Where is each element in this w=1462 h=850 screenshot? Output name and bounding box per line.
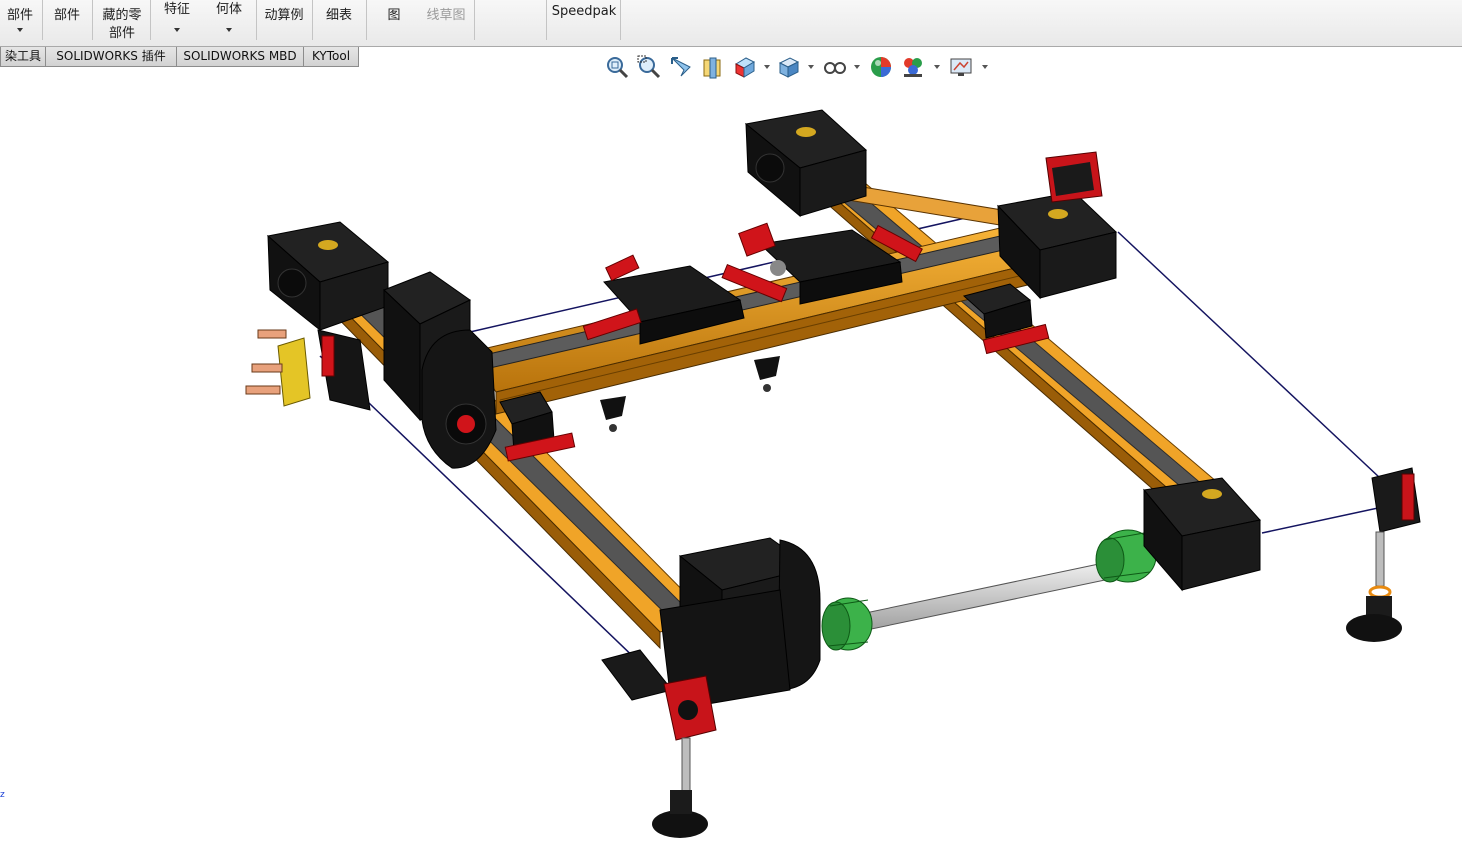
mirror-mount-right[interactable]: [1346, 467, 1421, 642]
ribbon-item-exploded-view[interactable]: 图: [372, 0, 416, 44]
tab-solidworks-addins[interactable]: SOLIDWORKS 插件: [45, 47, 177, 67]
tab-render-tools[interactable]: 染工具: [0, 47, 46, 67]
motor-front-right[interactable]: [1143, 477, 1261, 592]
coordinate-triad: z: [0, 790, 5, 800]
tab-kytool[interactable]: KYTool: [303, 47, 359, 67]
ribbon-item-assembly-features[interactable]: 特征: [154, 0, 200, 44]
dropdown-arrow-icon: [174, 28, 180, 32]
ribbon-item-bill-of-materials[interactable]: 细表: [316, 0, 362, 44]
ribbon-item-explode-line-sketch[interactable]: 线草图: [420, 0, 472, 44]
drive-shaft[interactable]: [831, 559, 1125, 637]
apply-scene-dropdown-icon[interactable]: [934, 65, 940, 69]
ribbon-item-assembly[interactable]: 部件: [0, 0, 40, 44]
shaft-coupling-left[interactable]: [821, 597, 873, 651]
tab-solidworks-mbd[interactable]: SOLIDWORKS MBD: [176, 47, 304, 67]
ribbon-separator: [256, 0, 257, 40]
laser-head-right[interactable]: [754, 356, 780, 392]
dropdown-arrow-icon: [226, 28, 232, 32]
command-manager-ribbon: 部件 部件 藏的零 部件 特征 何体 动算例 细表 图 线草图 Speedpak: [0, 0, 1462, 47]
ribbon-separator: [312, 0, 313, 40]
ribbon-separator: [150, 0, 151, 40]
ribbon-separator: [620, 0, 621, 40]
ribbon-item-speedpak[interactable]: Speedpak: [550, 0, 618, 44]
dropdown-arrow-icon: [17, 28, 23, 32]
display-style-dropdown-icon[interactable]: [808, 65, 814, 69]
mirror-mount-left[interactable]: [245, 329, 371, 411]
ribbon-separator: [546, 0, 547, 40]
view-orientation-dropdown-icon[interactable]: [764, 65, 770, 69]
mirror-mount-front[interactable]: [652, 675, 717, 838]
hide-show-dropdown-icon[interactable]: [854, 65, 860, 69]
model-viewport[interactable]: [0, 70, 1462, 850]
mirror-mount-back-right[interactable]: [1045, 151, 1103, 203]
ribbon-item-hidden-components[interactable]: 藏的零 部件: [96, 0, 148, 44]
ribbon-item-reference-geometry[interactable]: 何体: [206, 0, 252, 44]
laser-head-left[interactable]: [600, 396, 626, 432]
cross-beam[interactable]: [469, 227, 1042, 415]
front-left-base-plate[interactable]: [601, 649, 673, 701]
motor-back-top[interactable]: [744, 109, 868, 218]
ribbon-item-component[interactable]: 部件: [46, 0, 88, 44]
ribbon-separator: [366, 0, 367, 40]
ribbon-item-motion-study[interactable]: 动算例: [258, 0, 310, 44]
view-settings-dropdown-icon[interactable]: [982, 65, 988, 69]
ribbon-separator: [474, 0, 475, 40]
ribbon-separator: [92, 0, 93, 40]
ribbon-separator: [42, 0, 43, 40]
motor-gantry-left[interactable]: [383, 271, 497, 469]
